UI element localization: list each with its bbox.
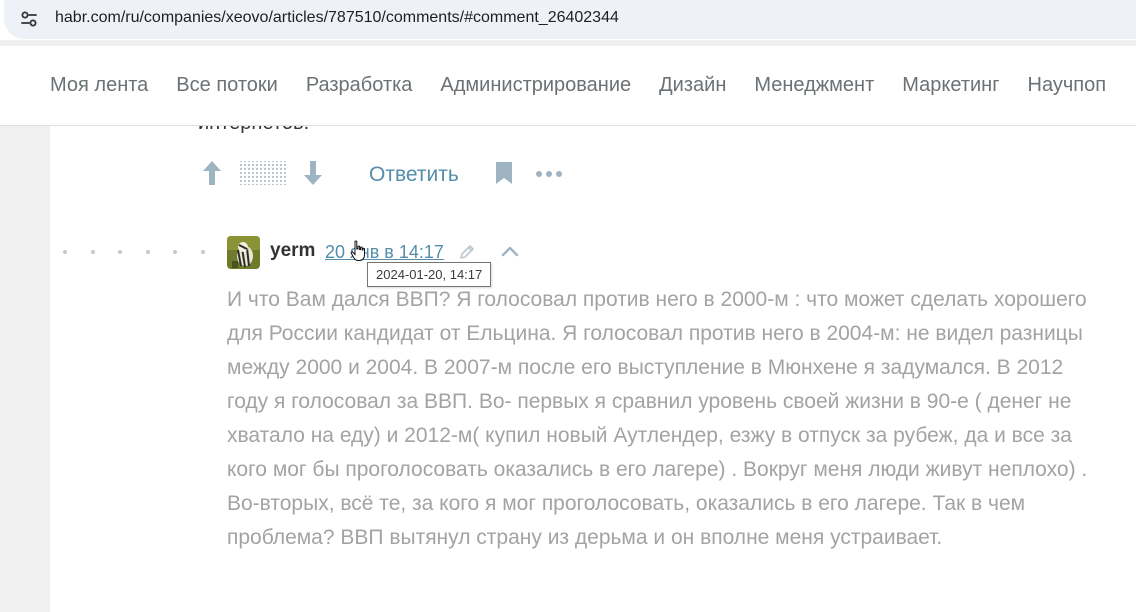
thread-dot (173, 249, 177, 254)
downvote-icon[interactable] (303, 160, 323, 191)
nav-items: Моя лента Все потоки Разработка Администрир… (50, 74, 1134, 97)
thread-dot (145, 249, 150, 254)
previous-comment-actions: Ответить (202, 160, 563, 191)
nav-item[interactable]: Все потоки (176, 74, 278, 97)
comment-date-link[interactable]: 20 янв в 14:17 (325, 242, 444, 263)
browser-address-bar: habr.com/ru/companies/xeovo/articles/787… (0, 0, 1136, 40)
site-navigation: Моя лента Все потоки Разработка Администрир… (0, 46, 1136, 126)
nav-item[interactable]: Маркетинг (902, 74, 999, 97)
comments-area: интернетов. (50, 126, 1136, 612)
comment-body: И что Вам дался ВВП? Я голосовал против … (227, 288, 1088, 549)
url-field[interactable]: habr.com/ru/companies/xeovo/articles/787… (4, 0, 1136, 39)
upvote-icon[interactable] (202, 160, 222, 191)
thread-dot (118, 249, 122, 254)
site-info-icon[interactable] (19, 9, 39, 29)
nav-item[interactable]: Моя лента (50, 74, 148, 97)
thread-depth-indicator (63, 248, 235, 255)
reply-link[interactable]: Ответить (369, 163, 459, 187)
nav-item[interactable]: Администрирование (440, 74, 631, 97)
nav-item[interactable]: Менеджмент (754, 74, 874, 97)
thread-dot (200, 249, 205, 254)
rating-hidden-icon (240, 160, 286, 191)
thread-dot (90, 249, 95, 254)
more-icon[interactable] (535, 166, 563, 184)
cursor-icon (350, 240, 366, 267)
previous-comment-tail: интернетов. (198, 126, 309, 135)
bookmark-icon[interactable] (495, 161, 513, 190)
avatar[interactable] (227, 236, 260, 269)
page: habr.com/ru/companies/xeovo/articles/787… (0, 0, 1136, 612)
nav-item[interactable]: Разработка (306, 74, 413, 97)
nav-item[interactable]: Дизайн (659, 74, 726, 97)
nav-item[interactable]: Научпоп (1028, 74, 1107, 97)
comment-author[interactable]: yerm (270, 240, 315, 262)
collapse-icon[interactable] (501, 244, 519, 263)
thread-dot (63, 249, 67, 254)
url-text[interactable]: habr.com/ru/companies/xeovo/articles/787… (55, 9, 619, 27)
